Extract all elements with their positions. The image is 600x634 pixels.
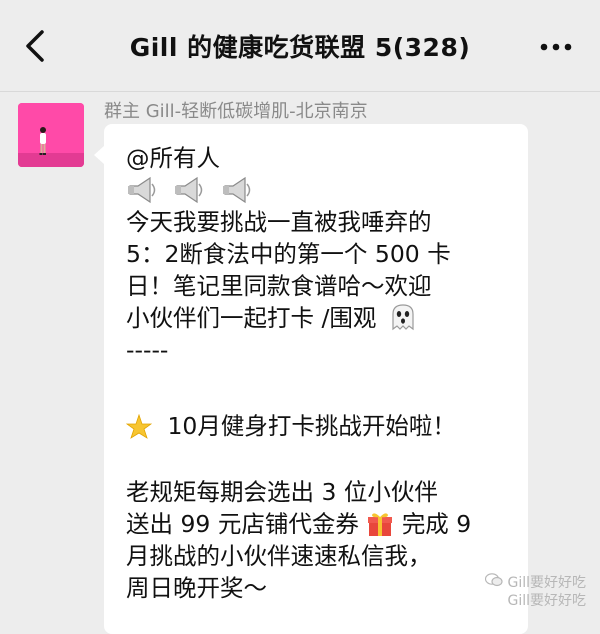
ghost-icon [388,302,418,340]
chat-header: Gill 的健康吃货联盟 5(328) [0,0,600,92]
watermark-text: Gill要好好吃 [507,574,586,591]
sender-avatar[interactable] [18,103,84,167]
message-text-line: 日！笔记里同款食谱哈～欢迎 [126,272,432,300]
challenge-line: 10月健身打卡挑战开始啦！ [125,410,456,448]
mention-all: @所有人 [126,144,220,172]
message-text-line: 5：2断食法中的第一个 500 卡 [126,240,451,268]
message-text-line: 周日晚开奖～ [126,574,267,602]
message-text-line: 老规矩每期会选出 3 位小伙伴 [126,478,438,506]
divider-dashes: ----- [126,336,169,364]
chevron-left-icon [26,30,44,62]
watermark-text: Gill要好好吃 [507,593,586,609]
person-avatar-icon [18,103,84,167]
message-text-line: 今天我要挑战一直被我唾弃的 [126,208,432,236]
wechat-logo-icon [485,573,504,592]
more-dots-icon [540,43,572,51]
watermark: Gill要好好吃 Gill要好好吃 [485,573,586,610]
sender-name: 群主 Gill-轻断低碳增肌-北京南京 [104,101,368,122]
message-text-fragment: 送出 99 元店铺代金券 [126,510,359,538]
sparkle-star-icon [125,413,153,448]
message-bubble[interactable]: @所有人 今天我要挑战一直被我唾弃的 5：2断食法中的第一个 500 卡 日！笔… [94,124,528,634]
chat-title: Gill 的健康吃货联盟 5(328) [129,33,471,62]
message-text-fragment: 完成 9 [401,510,472,538]
message-text-line-with-icon: 小伙伴们一起打卡 /围观 [126,302,418,340]
message-text-line: 月挑战的小伙伴速速私信我， [126,542,432,570]
message-text-fragment: 10月健身打卡挑战开始啦！ [167,412,456,440]
back-button[interactable] [18,22,58,70]
more-button[interactable] [538,32,574,62]
message-text-fragment: 小伙伴们一起打卡 /围观 [126,304,377,332]
